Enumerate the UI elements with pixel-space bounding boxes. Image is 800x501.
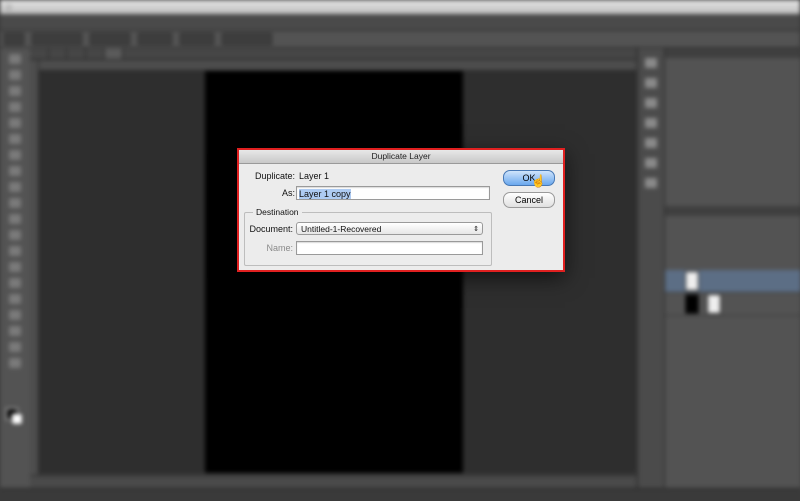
panel-icon-strip xyxy=(637,48,664,488)
as-label: As: xyxy=(281,188,295,198)
window-title-bar xyxy=(0,14,800,31)
name-input[interactable] xyxy=(296,241,483,255)
document-label: Document: xyxy=(249,224,293,234)
cancel-button[interactable]: Cancel xyxy=(503,192,555,208)
duplicate-label: Duplicate: xyxy=(254,171,295,181)
type-tool-icon[interactable] xyxy=(9,294,21,304)
layer-thumbnail xyxy=(685,294,699,314)
character-panel-icon[interactable] xyxy=(645,138,657,148)
lasso-tool-icon[interactable] xyxy=(9,86,21,96)
marquee-tool-icon[interactable] xyxy=(9,70,21,80)
duplicate-layer-dialog: Duplicate Layer Duplicate: Layer 1 As: L… xyxy=(237,148,565,272)
path-select-tool-icon[interactable] xyxy=(9,310,21,320)
layer-mask-thumbnail xyxy=(707,294,721,314)
pen-tool-icon[interactable] xyxy=(9,278,21,288)
option-control[interactable] xyxy=(90,33,130,45)
ok-button[interactable]: OK xyxy=(503,170,555,186)
brush-panel-icon[interactable] xyxy=(645,178,657,188)
layer-row-selected[interactable] xyxy=(665,270,800,293)
document-tab[interactable] xyxy=(49,48,68,59)
as-name-selected-text: Layer 1 copy xyxy=(299,189,351,199)
duplicate-value: Layer 1 xyxy=(299,171,330,181)
brush-tool-icon[interactable] xyxy=(9,166,21,176)
right-panels xyxy=(664,48,800,488)
horizontal-ruler xyxy=(38,60,636,71)
properties-panel-header[interactable] xyxy=(665,48,800,58)
color-swatches-icon[interactable] xyxy=(6,408,23,425)
history-brush-icon[interactable] xyxy=(9,198,21,208)
gradient-tool-icon[interactable] xyxy=(9,230,21,240)
as-name-input[interactable]: Layer 1 copy xyxy=(296,186,490,200)
document-select[interactable]: Untitled-1-Recovered ⇕ xyxy=(296,222,483,235)
history-panel-icon[interactable] xyxy=(645,58,657,68)
stamp-tool-icon[interactable] xyxy=(9,182,21,192)
blur-tool-icon[interactable] xyxy=(9,246,21,256)
bottom-bar xyxy=(0,488,800,501)
option-control[interactable] xyxy=(180,33,214,45)
tools-panel xyxy=(0,48,31,488)
option-control[interactable] xyxy=(32,33,82,45)
destination-group xyxy=(244,212,492,266)
healing-tool-icon[interactable] xyxy=(9,150,21,160)
layer-thumbnail xyxy=(685,271,699,291)
dialog-title: Duplicate Layer xyxy=(239,150,563,164)
dodge-tool-icon[interactable] xyxy=(9,262,21,272)
layer-row[interactable] xyxy=(665,293,800,316)
updown-arrows-icon: ⇕ xyxy=(473,226,479,233)
document-selected-value: Untitled-1-Recovered xyxy=(301,224,382,234)
properties-panel-body xyxy=(665,58,800,66)
adjustments-panel-icon[interactable] xyxy=(645,98,657,108)
document-tab-active[interactable] xyxy=(104,48,124,59)
layers-panel-header[interactable] xyxy=(665,206,800,216)
paragraph-panel-icon[interactable] xyxy=(645,158,657,168)
eraser-tool-icon[interactable] xyxy=(9,214,21,224)
quick-select-tool-icon[interactable] xyxy=(9,102,21,112)
document-tabs xyxy=(30,48,636,60)
crop-tool-icon[interactable] xyxy=(9,118,21,128)
pointer-cursor-icon: ☝ xyxy=(531,174,546,188)
eyedropper-tool-icon[interactable] xyxy=(9,134,21,144)
mac-menu-bar:  xyxy=(0,0,800,14)
options-bar xyxy=(0,31,800,48)
option-control[interactable] xyxy=(222,33,272,45)
document-tab[interactable] xyxy=(30,48,49,59)
info-panel-icon[interactable] xyxy=(645,118,657,128)
move-tool-icon[interactable] xyxy=(9,54,21,64)
properties-panel-icon[interactable] xyxy=(645,78,657,88)
shape-tool-icon[interactable] xyxy=(9,326,21,336)
apple-icon[interactable]:  xyxy=(6,3,12,12)
hand-tool-icon[interactable] xyxy=(9,342,21,352)
document-tab[interactable] xyxy=(67,48,87,59)
option-control[interactable] xyxy=(138,33,172,45)
name-label: Name: xyxy=(266,243,293,253)
document-tab[interactable] xyxy=(86,48,105,59)
status-bar xyxy=(30,475,636,489)
document-canvas[interactable] xyxy=(205,71,463,473)
destination-legend: Destination xyxy=(253,207,302,217)
tool-preset-icon[interactable] xyxy=(4,33,24,45)
zoom-tool-icon[interactable] xyxy=(9,358,21,368)
